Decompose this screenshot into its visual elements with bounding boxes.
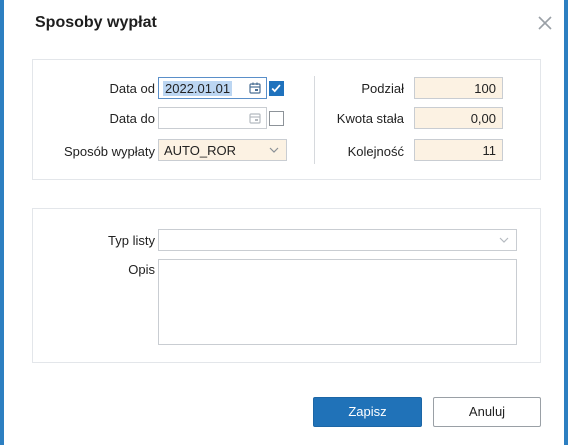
check-icon bbox=[271, 84, 281, 93]
background-window-edge-right bbox=[564, 0, 568, 445]
kolejnosc-value: 11 bbox=[482, 143, 497, 158]
chevron-down-icon bbox=[499, 237, 509, 243]
dialog-sposoby-wyplat: Sposoby wypłat Data od 2022.01.01 Data d… bbox=[4, 0, 564, 445]
calendar-icon[interactable] bbox=[249, 82, 261, 94]
sposob-wyplaty-select[interactable]: AUTO_ROR bbox=[158, 139, 287, 161]
podzial-value: 100 bbox=[474, 81, 496, 96]
data-od-checkbox[interactable] bbox=[269, 81, 284, 96]
kolejnosc-input[interactable]: 11 bbox=[414, 139, 503, 161]
calendar-icon[interactable] bbox=[249, 112, 261, 124]
panel-divider bbox=[314, 76, 315, 164]
data-od-input[interactable]: 2022.01.01 bbox=[158, 77, 267, 99]
save-button[interactable]: Zapisz bbox=[313, 397, 422, 427]
kwota-stala-value: 0,00 bbox=[470, 111, 496, 126]
opis-textarea[interactable] bbox=[158, 259, 517, 345]
podzial-label: Podział bbox=[361, 81, 404, 96]
opis-label: Opis bbox=[128, 262, 155, 277]
podzial-input[interactable]: 100 bbox=[414, 77, 503, 99]
data-od-value: 2022.01.01 bbox=[163, 81, 233, 96]
data-do-checkbox[interactable] bbox=[269, 111, 284, 126]
typ-listy-label: Typ listy bbox=[108, 233, 155, 248]
typ-listy-select[interactable] bbox=[158, 229, 517, 251]
chevron-down-icon bbox=[269, 147, 279, 153]
close-icon[interactable] bbox=[536, 14, 554, 32]
data-do-label: Data do bbox=[109, 111, 155, 126]
sposob-wyplaty-value: AUTO_ROR bbox=[164, 143, 236, 158]
dialog-title: Sposoby wypłat bbox=[35, 14, 157, 31]
cancel-button[interactable]: Anuluj bbox=[433, 397, 541, 427]
sposob-wyplaty-label: Sposób wypłaty bbox=[63, 144, 155, 159]
data-od-label: Data od bbox=[109, 81, 155, 96]
kwota-stala-input[interactable]: 0,00 bbox=[414, 107, 503, 129]
data-do-input[interactable] bbox=[158, 107, 267, 129]
kwota-stala-label: Kwota stała bbox=[336, 111, 404, 126]
kolejnosc-label: Kolejność bbox=[347, 144, 404, 159]
